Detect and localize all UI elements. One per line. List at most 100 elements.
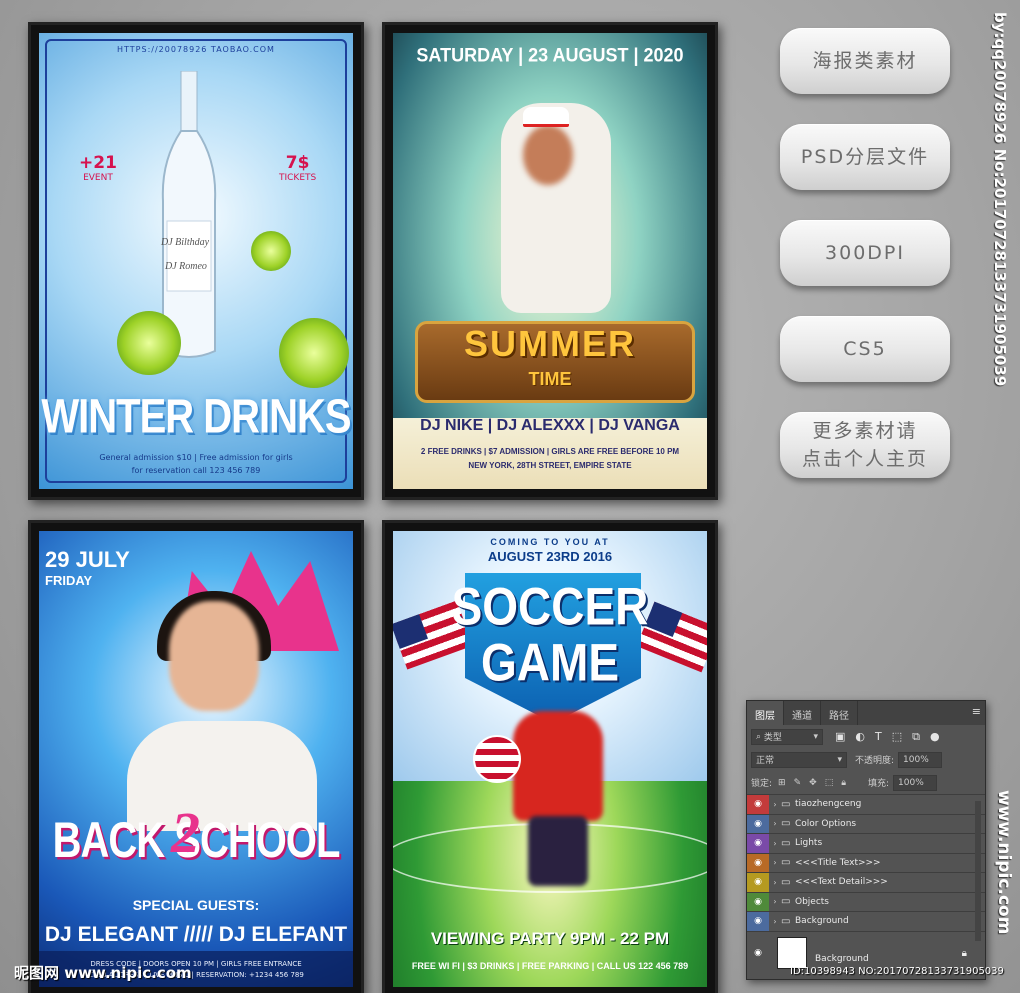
- poster-back-to-school: 29 JULY FRIDAY BACK SCHOOL 2 SPECIAL GUE…: [39, 531, 353, 987]
- visibility-eye-icon[interactable]: ◉: [747, 795, 769, 814]
- layer-row[interactable]: ◉ › ▭ <<<Text Detail>>>: [747, 872, 985, 892]
- event-age: +21 EVENT: [79, 153, 117, 183]
- layer-name: Background: [795, 916, 849, 927]
- event-label: EVENT: [83, 173, 113, 183]
- filter-row: ⌕ 类型 ▾ ▣ ◐ T ⬚ ⧉ ●: [747, 725, 985, 748]
- button-300dpi[interactable]: 300DPI: [780, 220, 950, 286]
- panel-menu-icon[interactable]: ≡: [972, 705, 981, 718]
- nurse-cap: [523, 107, 569, 127]
- chevron-right-icon[interactable]: ›: [769, 878, 781, 887]
- filter-tools: ▣ ◐ T ⬚ ⧉ ●: [835, 730, 940, 744]
- info-line: 2 FREE DRINKS | $7 ADMISSION | GIRLS ARE…: [420, 447, 680, 456]
- poster-day: FRIDAY: [45, 573, 93, 588]
- visibility-eye-icon[interactable]: ◉: [747, 892, 769, 911]
- chevron-right-icon[interactable]: ›: [769, 917, 781, 926]
- fill-input[interactable]: 100%: [893, 774, 938, 791]
- lock-icon: 🔒︎: [961, 947, 967, 959]
- poster-title: SOCCER: [451, 576, 649, 636]
- tab-paths[interactable]: 路径: [821, 701, 858, 725]
- tab-layers[interactable]: 图层: [747, 701, 784, 725]
- layer-row[interactable]: ◉ › ▭ <<<Title Text>>>: [747, 852, 985, 872]
- smart-object-filter-icon[interactable]: ⧉: [912, 730, 920, 744]
- lock-label: 锁定:: [751, 779, 773, 789]
- poster-title: WINTER DRINKS: [41, 390, 351, 444]
- layer-row[interactable]: ◉ › ▭ Color Options: [747, 813, 985, 833]
- dj-lineup: DJ NIKE | DJ ALEXXX | DJ VANGA: [420, 417, 680, 434]
- chevron-right-icon[interactable]: ›: [769, 800, 781, 809]
- poster-info: FREE WI FI | $3 DRINKS | FREE PARKING | …: [411, 961, 689, 971]
- tab-channels[interactable]: 通道: [784, 701, 821, 725]
- poster-soccer-game: COMING TO YOU AT AUGUST 23RD 2016 SOCCER…: [393, 531, 707, 987]
- price-label: 7$: [285, 153, 310, 173]
- ticket-price: 7$ TICKETS: [279, 153, 316, 183]
- poster-summer-time: SATURDAY | 23 AUGUST | 2020 SUMMER TIME …: [393, 33, 707, 489]
- button-poster-material[interactable]: 海报类素材: [780, 28, 950, 94]
- bottle-label-1: DJ Bilthday: [161, 237, 210, 248]
- chevron-right-icon[interactable]: ›: [769, 897, 781, 906]
- tickets-label: TICKETS: [279, 173, 317, 183]
- visibility-eye-icon[interactable]: ◉: [747, 873, 769, 892]
- poster-date: SATURDAY | 23 AUGUST | 2020: [416, 43, 684, 66]
- visibility-eye-icon[interactable]: ◉: [747, 912, 769, 931]
- folder-icon: ▭: [781, 798, 791, 810]
- layers-panel: 图层 通道 路径 ≡ ⌕ 类型 ▾ ▣ ◐ T ⬚ ⧉ ● 正常 ▾ 不透明度:…: [746, 700, 986, 980]
- fill-value: 100%: [898, 777, 924, 788]
- lock-all-icon[interactable]: 🔒︎: [841, 778, 846, 788]
- visibility-eye-icon[interactable]: ◉: [747, 932, 769, 975]
- special-guests-label: SPECIAL GUESTS:: [132, 897, 260, 913]
- info-line: General admission $10 | Free admission f…: [99, 453, 293, 462]
- layer-row[interactable]: ◉ › ▭ Lights: [747, 833, 985, 853]
- layer-row[interactable]: ◉ › ▭ tiaozhengceng: [747, 794, 985, 814]
- chevron-right-icon[interactable]: ›: [769, 819, 781, 828]
- scrollbar[interactable]: [975, 801, 981, 941]
- info-line: NEW YORK, 28TH STREET, EMPIRE STATE: [468, 461, 632, 470]
- chevron-right-icon[interactable]: ›: [769, 839, 781, 848]
- visibility-eye-icon[interactable]: ◉: [747, 834, 769, 853]
- layer-name: tiaozhengceng: [795, 799, 862, 810]
- layer-row[interactable]: ◉ › ▭ Background: [747, 911, 985, 931]
- coming-label: COMING TO YOU AT: [490, 537, 610, 547]
- filter-label: 类型: [763, 733, 782, 743]
- soccer-ball: [473, 735, 521, 783]
- filter-select[interactable]: ⌕ 类型 ▾: [751, 728, 823, 745]
- blend-mode-select[interactable]: 正常 ▾: [751, 751, 847, 768]
- folder-icon: ▭: [781, 857, 791, 869]
- poster-url: HTTPS://20078926 TAOBAO.COM: [117, 45, 275, 54]
- button-more-materials[interactable]: 更多素材请 点击个人主页: [780, 412, 950, 478]
- lock-pixels-icon[interactable]: ⊞: [778, 778, 786, 788]
- site-watermark-left: 昵图网 www.nipic.com: [14, 964, 192, 982]
- opacity-label: 不透明度:: [855, 756, 895, 766]
- poster-subtitle: GAME: [481, 632, 619, 692]
- lime-slice: [117, 311, 181, 375]
- layer-row[interactable]: ◉ › ▭ Objects: [747, 891, 985, 911]
- poster-winter-drinks: HTTPS://20078926 TAOBAO.COM +21 EVENT 7$…: [39, 33, 353, 489]
- folder-icon: ▭: [781, 915, 791, 927]
- lock-row: 锁定: ⊞ ✎ ✥ ⬚ 🔒︎ 填充: 100%: [747, 771, 985, 794]
- image-id-watermark: ID:10398943 NO:20170728133731905039: [790, 966, 1004, 977]
- chevron-right-icon[interactable]: ›: [769, 858, 781, 867]
- poster-frame-soccer-game: COMING TO YOU AT AUGUST 23RD 2016 SOCCER…: [382, 520, 718, 993]
- poster-subtitle: TIME: [528, 369, 572, 389]
- opacity-input[interactable]: 100%: [898, 751, 943, 768]
- image-filter-icon[interactable]: ▣: [835, 730, 845, 744]
- folder-icon: ▭: [781, 896, 791, 908]
- poster-frame-back-to-school: 29 JULY FRIDAY BACK SCHOOL 2 SPECIAL GUE…: [28, 520, 364, 993]
- shape-filter-icon[interactable]: ⬚: [892, 730, 902, 744]
- text-filter-icon[interactable]: T: [875, 730, 882, 744]
- blend-mode-value: 正常: [756, 756, 775, 766]
- player-figure: [513, 711, 603, 821]
- lock-brush-icon[interactable]: ✎: [794, 778, 802, 788]
- info-line: for reservation call 123 456 789: [131, 466, 261, 475]
- button-cs5[interactable]: CS5: [780, 316, 950, 382]
- dj-lineup: DJ ELEGANT ///// DJ ELEFANT: [44, 923, 348, 946]
- folder-icon: ▭: [781, 876, 791, 888]
- search-icon: ⌕: [756, 731, 764, 742]
- poster-frame-winter-drinks: HTTPS://20078926 TAOBAO.COM +21 EVENT 7$…: [28, 22, 364, 500]
- visibility-eye-icon[interactable]: ◉: [747, 814, 769, 833]
- lock-move-icon[interactable]: ✥: [809, 778, 817, 788]
- filter-toggle-icon[interactable]: ●: [930, 730, 940, 744]
- visibility-eye-icon[interactable]: ◉: [747, 853, 769, 872]
- button-psd-layered[interactable]: PSD分层文件: [780, 124, 950, 190]
- lock-artboard-icon[interactable]: ⬚: [825, 778, 834, 788]
- adjustment-filter-icon[interactable]: ◐: [855, 730, 865, 744]
